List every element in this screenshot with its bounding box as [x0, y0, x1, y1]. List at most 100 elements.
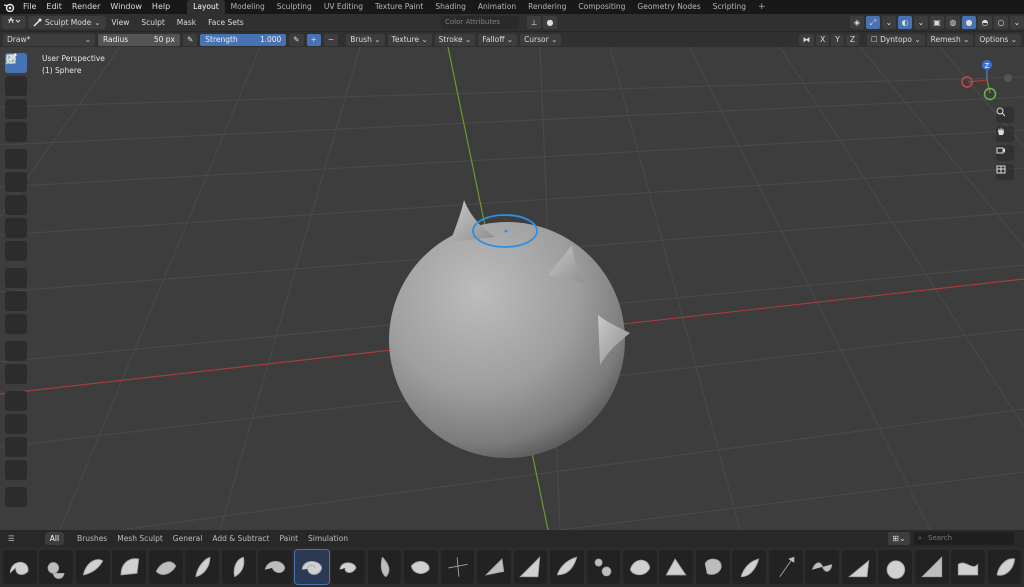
symmetry-icon[interactable]: ⧓	[798, 34, 815, 46]
brush-thumbnail[interactable]	[622, 550, 657, 584]
direction-add-button[interactable]: +	[306, 33, 321, 46]
brush-thumbnail[interactable]	[293, 549, 330, 585]
clay-icon[interactable]	[5, 55, 27, 119]
3d-viewport[interactable]: Z User Perspective (1) Sphere	[0, 47, 1024, 530]
viewport-scene[interactable]: Z	[0, 47, 1024, 530]
shading-solid-icon[interactable]: ●	[962, 16, 976, 29]
tab-uv-editing[interactable]: UV Editing	[318, 0, 369, 14]
brush-thumbnail[interactable]	[112, 550, 147, 584]
brush-thumbnail[interactable]	[987, 550, 1022, 584]
strength-pressure-icon[interactable]: ✎	[289, 33, 304, 46]
brush-thumbnail[interactable]	[75, 550, 110, 584]
brush-thumbnail[interactable]	[513, 550, 548, 584]
gizmo-dropdown-icon[interactable]: ⌄	[882, 16, 896, 29]
texture-menu[interactable]: Texture ⌄	[387, 33, 432, 46]
brush-thumbnail[interactable]	[3, 550, 37, 584]
brush-thumbnail[interactable]	[331, 550, 365, 584]
menu-file[interactable]: File	[18, 0, 41, 14]
brush-thumbnail[interactable]	[39, 550, 74, 584]
mask-by-color-icon[interactable]	[5, 55, 27, 384]
shading-wireframe-icon[interactable]: ◍	[946, 16, 960, 29]
tab-sculpting[interactable]: Sculpting	[271, 0, 318, 14]
brush-thumbnail[interactable]	[148, 550, 183, 584]
menu-mask[interactable]: Mask	[171, 14, 202, 31]
remesh-dropdown[interactable]: Remesh ⌄	[926, 34, 974, 46]
shelf-tab-general[interactable]: General	[168, 530, 208, 547]
brush-thumbnail[interactable]	[404, 550, 438, 584]
camera-view-icon[interactable]	[996, 145, 1014, 161]
tab-geometry-nodes[interactable]: Geometry Nodes	[631, 0, 706, 14]
radius-slider[interactable]: Radius 50 px	[98, 33, 180, 46]
pivot-icon[interactable]: ⟂	[527, 16, 541, 29]
brush-thumbnail[interactable]	[951, 550, 985, 584]
menu-face-sets[interactable]: Face Sets	[202, 14, 250, 31]
brush-thumbnail[interactable]	[586, 550, 621, 584]
brush-thumbnail[interactable]	[367, 550, 402, 584]
symmetry-x-toggle[interactable]: X	[816, 34, 830, 46]
overlays-dropdown-icon[interactable]: ⌄	[914, 16, 928, 29]
direction-subtract-button[interactable]: −	[323, 33, 339, 46]
box-mask-icon[interactable]	[5, 54, 27, 192]
draw-sharp-icon[interactable]	[5, 55, 27, 96]
radius-pressure-icon[interactable]: ✎	[183, 33, 198, 46]
xray-icon[interactable]: ▣	[930, 16, 944, 29]
tab-compositing[interactable]: Compositing	[572, 0, 631, 14]
symmetry-y-toggle[interactable]: Y	[831, 34, 844, 46]
shelf-tab-simulation[interactable]: Simulation	[303, 530, 353, 547]
edit-face-set-icon[interactable]	[5, 55, 27, 361]
brush-thumbnail[interactable]	[550, 550, 584, 584]
strength-slider[interactable]: Strength 1.000	[200, 33, 287, 46]
tab-texture-paint[interactable]: Texture Paint	[369, 0, 429, 14]
brush-thumbnail[interactable]	[732, 550, 767, 584]
brush-thumbnail[interactable]	[440, 550, 475, 584]
menu-edit[interactable]: Edit	[41, 0, 67, 14]
shelf-tab-paint[interactable]: Paint	[274, 530, 303, 547]
shelf-tab-mesh-sculpt[interactable]: Mesh Sculpt	[112, 530, 168, 547]
brush-thumbnail[interactable]	[695, 550, 730, 584]
shelf-tab-all[interactable]: All	[44, 532, 65, 545]
navigation-gizmo[interactable]: Z	[961, 60, 1012, 101]
trim-icon[interactable]	[5, 54, 27, 261]
menu-view[interactable]: View	[106, 14, 136, 31]
brush-thumbnail[interactable]	[258, 550, 293, 584]
visibility-icon[interactable]: ◈	[850, 16, 864, 29]
mode-dropdown[interactable]: Sculpt Mode ⌄	[28, 16, 106, 29]
shading-rendered-icon[interactable]: ○	[994, 16, 1008, 29]
cursor-menu[interactable]: Cursor ⌄	[520, 33, 562, 46]
sphere-mesh[interactable]	[389, 200, 630, 458]
editor-type-button[interactable]	[2, 16, 26, 29]
shading-material-icon[interactable]: ◓	[978, 16, 992, 29]
overlays-toggle-icon[interactable]: ◐	[898, 16, 912, 29]
shelf-tab-brushes[interactable]: Brushes	[72, 530, 112, 547]
brush-thumbnail[interactable]	[878, 550, 913, 584]
brush-menu[interactable]: Brush ⌄	[346, 33, 385, 46]
display-settings-icon[interactable]: ⊞⌄	[888, 532, 910, 545]
symmetry-z-toggle[interactable]: Z	[845, 34, 859, 46]
pan-hand-icon[interactable]	[996, 126, 1014, 142]
box-face-set-icon[interactable]	[5, 54, 27, 238]
blender-logo-icon[interactable]	[0, 0, 18, 14]
tab-modeling[interactable]: Modeling	[225, 0, 271, 14]
shelf-menu-icon[interactable]: ☰	[0, 530, 23, 547]
tab-rendering[interactable]: Rendering	[522, 0, 572, 14]
cloth-filter-icon[interactable]	[5, 55, 27, 311]
brush-thumbnail[interactable]	[477, 550, 511, 584]
shelf-tab-add-subtract[interactable]: Add & Subtract	[207, 530, 274, 547]
brush-thumbnail[interactable]	[221, 550, 256, 584]
brush-thumbnail[interactable]	[768, 550, 803, 584]
shelf-search-input[interactable]: ⌕ Search	[914, 532, 1014, 545]
scale-icon[interactable]	[5, 54, 27, 457]
menu-render[interactable]: Render	[67, 0, 105, 14]
zoom-icon[interactable]	[996, 107, 1014, 123]
annotate-icon[interactable]	[5, 54, 27, 507]
stroke-menu[interactable]: Stroke ⌄	[434, 33, 476, 46]
falloff-menu[interactable]: Falloff ⌄	[478, 33, 518, 46]
brush-thumbnail[interactable]	[185, 550, 220, 584]
transform-icon[interactable]	[5, 54, 27, 480]
tab-scripting[interactable]: Scripting	[707, 0, 752, 14]
face-set-icon[interactable]	[5, 55, 27, 215]
brush-thumbnail[interactable]	[805, 550, 840, 584]
mesh-filter-icon[interactable]	[5, 55, 27, 288]
tab-layout[interactable]: Layout	[187, 0, 225, 14]
brush-thumbnail[interactable]	[841, 550, 876, 584]
